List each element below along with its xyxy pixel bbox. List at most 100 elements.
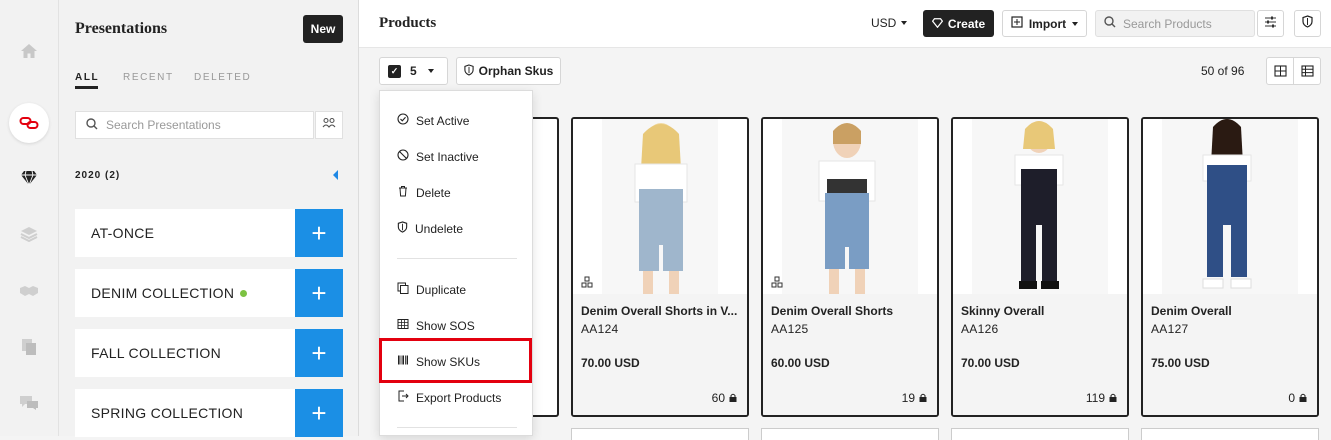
import-label: Import [1028,16,1067,31]
orphan-skus-label: Orphan Skus [478,64,554,78]
product-name: Denim Overall Shorts [771,304,894,318]
add-to-presentation-button[interactable]: + [295,209,343,257]
tab-recent[interactable]: RECENT [123,72,174,83]
page-title: Products [379,15,437,31]
add-to-presentation-button[interactable]: + [295,269,343,317]
import-button[interactable]: Import [1002,10,1087,37]
filter-button[interactable] [1257,10,1284,37]
tab-deleted[interactable]: DELETED [194,72,251,83]
icon-rail [0,0,59,436]
tab-all[interactable]: ALL [75,72,99,83]
new-presentation-button[interactable]: New [303,15,343,43]
stock-count: 0 [1288,391,1295,405]
users-icon [322,116,336,134]
results-count: 50 of 96 [1201,64,1245,78]
stock-count: 119 [1085,391,1105,405]
currency-select[interactable]: USD [871,16,908,30]
product-price: 60.00 USD [771,356,830,370]
handshake-icon[interactable] [18,280,40,302]
product-card[interactable]: Denim Overall Shorts AA125 60.00 USD 19 [761,117,939,417]
search-icon [86,117,98,133]
show-skus-highlight [379,338,532,383]
menu-item-label: Export Products [416,390,502,405]
presentation-label: DENIM COLLECTION [91,285,248,301]
add-to-presentation-button[interactable]: + [295,329,343,377]
create-label: Create [947,16,986,31]
duplicate-icon [397,282,409,297]
export-icon [397,390,409,405]
chain-link-icon[interactable] [18,112,40,134]
product-image [763,119,937,294]
menu-item-set-active[interactable]: Set Active [397,113,469,128]
shield-icon [1302,14,1313,33]
import-icon [1011,16,1023,31]
product-info: Denim Overall Shorts AA125 60.00 USD 19 [763,294,937,415]
copy-icon[interactable] [18,336,40,358]
selection-toolbar: ✓ 5 Orphan Skus 50 of 96 [359,48,1331,93]
product-stock: 19 [902,391,927,405]
currency-value: USD [871,16,897,30]
menu-item-label: Duplicate [416,282,467,297]
menu-item-duplicate[interactable]: Duplicate [397,282,466,297]
home-icon[interactable] [18,40,40,62]
product-name: Skinny Overall [961,304,1045,318]
group-users-button[interactable] [315,111,343,139]
create-button[interactable]: Create [923,10,994,37]
presentations-title: Presentations [75,20,168,37]
presentation-item[interactable]: SPRING COLLECTION + [75,389,343,437]
ban-icon [397,149,409,164]
products-search-input[interactable]: Search Products [1095,10,1255,37]
product-info: Skinny Overall AA126 70.00 USD 119 [953,294,1127,415]
product-card[interactable]: Skinny Overall AA126 70.00 USD 119 [951,117,1129,417]
product-card-next-row[interactable] [761,428,939,440]
product-sku: AA126 [961,322,999,336]
lock-icon [1109,391,1117,405]
product-card-next-row[interactable] [951,428,1129,440]
stock-count: 60 [711,391,725,405]
product-card-next-row[interactable] [1141,428,1319,440]
menu-item-undelete[interactable]: Undelete [397,221,463,236]
product-stock: 60 [712,391,737,405]
menu-item-show-sos[interactable]: Show SOS [397,318,475,333]
presentation-label-text: DENIM COLLECTION [91,285,235,301]
presentation-item[interactable]: DENIM COLLECTION + [75,269,343,317]
checkbox-checked-icon[interactable]: ✓ [388,64,401,78]
year-group-label: 2020 (2) [75,170,121,181]
product-image [573,119,747,294]
shield-icon [397,221,408,236]
product-card[interactable]: Denim Overall Shorts in V... AA124 70.00… [571,117,749,417]
presentation-item[interactable]: FALL COLLECTION + [75,329,343,377]
orphan-shield-button[interactable] [1294,10,1321,37]
menu-divider [397,258,517,259]
layers-icon[interactable] [18,223,40,245]
diamond-icon[interactable] [18,167,40,189]
menu-item-set-inactive[interactable]: Set Inactive [397,149,479,164]
list-view-icon[interactable] [1293,58,1320,84]
product-sku: AA127 [1151,322,1189,336]
menu-item-export-products[interactable]: Export Products [397,390,501,405]
product-name: Denim Overall [1151,304,1232,318]
collapse-caret-icon[interactable] [333,170,338,180]
product-stock: 119 [1086,391,1117,405]
search-icon [1104,16,1116,31]
menu-divider [397,427,517,428]
product-image [1143,119,1317,294]
add-to-presentation-button[interactable]: + [295,389,343,437]
grid-view-icon[interactable] [1267,58,1293,84]
orphan-skus-button[interactable]: Orphan Skus [456,57,561,85]
bulk-select-dropdown[interactable]: ✓ 5 [379,57,448,85]
presentation-item[interactable]: AT-ONCE + [75,209,343,257]
stock-count: 19 [901,391,915,405]
presentation-label: SPRING COLLECTION [91,405,244,421]
chat-icon[interactable] [18,392,40,414]
check-circle-icon [397,113,409,128]
product-price: 70.00 USD [581,356,640,370]
product-sku: AA125 [771,322,809,336]
presentations-search-input[interactable]: Search Presentations [75,111,314,139]
selected-count: 5 [410,64,417,78]
presentation-label: AT-ONCE [91,225,155,241]
menu-item-delete[interactable]: Delete [397,185,451,200]
product-card[interactable]: Denim Overall AA127 75.00 USD 0 [1141,117,1319,417]
active-tab-indicator [75,86,98,89]
product-card-next-row[interactable] [571,428,749,440]
